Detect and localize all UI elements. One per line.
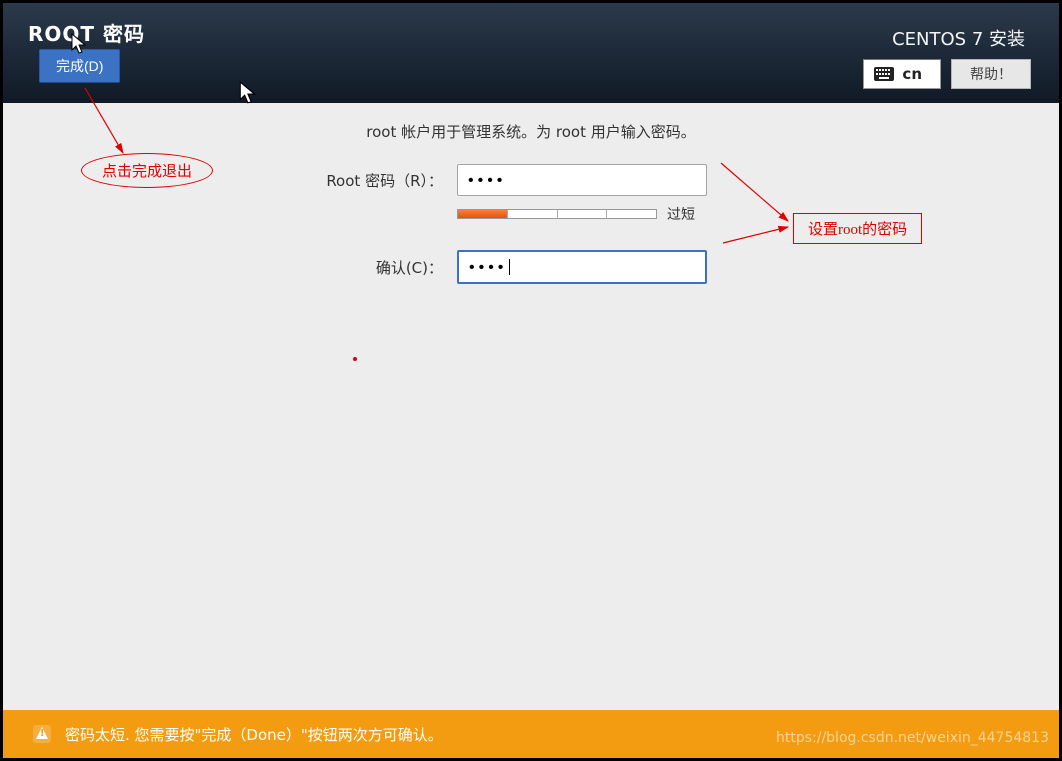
root-password-input[interactable]: •••• (457, 164, 707, 196)
watermark-text: https://blog.csdn.net/weixin_44754813 (776, 730, 1049, 746)
description-text: root 帐户用于管理系统。为 root 用户输入密码。 (3, 121, 1059, 142)
password-label: Root 密码（R）： (3, 170, 443, 191)
warning-bar: 密码太短. 您需要按"完成（Done）"按钮两次方可确认。 https://bl… (3, 710, 1059, 758)
warning-icon (33, 725, 51, 743)
page-title: ROOT 密码 (28, 18, 145, 47)
annotation-dot (353, 357, 357, 361)
annotation-left: 点击完成退出 (81, 153, 213, 188)
header-bar: ROOT 密码 完成(D) CENTOS 7 安装 cn 帮助！ (3, 3, 1059, 103)
keyboard-icon (874, 67, 894, 81)
keyboard-layout-selector[interactable]: cn (863, 59, 941, 89)
content-area: root 帐户用于管理系统。为 root 用户输入密码。 Root 密码（R）：… (3, 103, 1059, 710)
confirm-masked-value: •••• (469, 259, 507, 276)
annotation-right: 设置root的密码 (793, 213, 922, 244)
help-button[interactable]: 帮助！ (951, 59, 1031, 89)
installer-title: CENTOS 7 安装 (892, 25, 1025, 51)
keyboard-layout-label: cn (902, 65, 922, 83)
password-strength-meter (457, 209, 657, 219)
warning-text: 密码太短. 您需要按"完成（Done）"按钮两次方可确认。 (65, 724, 443, 745)
confirm-password-input[interactable]: •••• (457, 250, 707, 284)
password-masked-value: •••• (468, 172, 506, 189)
confirm-label: 确认(C)： (3, 257, 443, 278)
done-button[interactable]: 完成(D) (39, 49, 120, 83)
password-strength-label: 过短 (667, 204, 695, 224)
